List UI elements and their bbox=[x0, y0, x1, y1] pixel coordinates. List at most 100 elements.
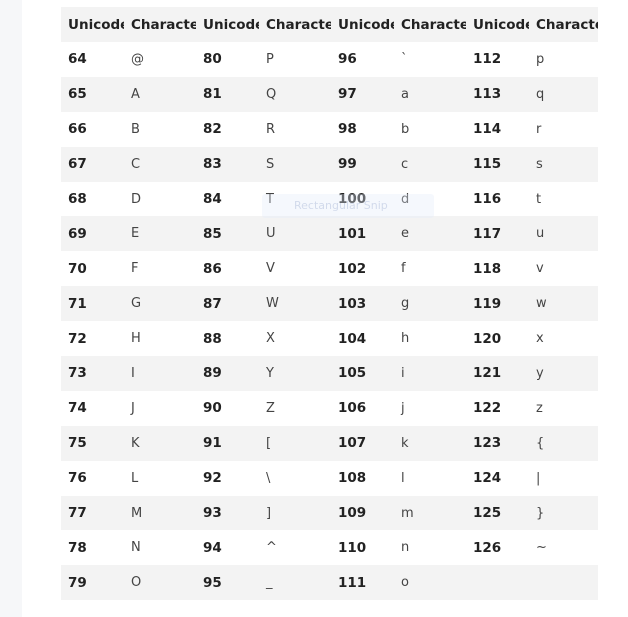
character-cell: U bbox=[266, 226, 276, 242]
character-cell: I bbox=[131, 365, 135, 381]
character-cell: ] bbox=[266, 505, 272, 521]
character-cell: n bbox=[401, 540, 410, 556]
character-cell: Z bbox=[266, 400, 275, 416]
character-cell: G bbox=[131, 296, 142, 312]
unicode-code-cell: 97 bbox=[338, 86, 357, 103]
character-cell: S bbox=[266, 156, 275, 172]
unicode-code-cell: 102 bbox=[338, 260, 367, 277]
unicode-code-cell: 116 bbox=[473, 191, 502, 207]
left-margin-strip bbox=[0, 0, 22, 617]
table-body: 64 @80 P 96 ` 112 p 65 A 81 Q 97 a 113 q 66 B 82 R 98 b 114 r 6… bbox=[61, 42, 598, 601]
unicode-code-cell: 84 bbox=[203, 191, 222, 207]
character-cell: u bbox=[536, 226, 545, 242]
character-cell: t bbox=[536, 191, 542, 207]
table-header-row: Unicode Character Unicode Character Unic… bbox=[61, 7, 598, 42]
character-cell: Q bbox=[266, 86, 277, 102]
character-cell: X bbox=[266, 331, 275, 347]
unicode-code-cell: 70 bbox=[68, 260, 87, 277]
unicode-code-cell: 80 bbox=[203, 51, 222, 68]
header-cell: Character bbox=[131, 16, 196, 33]
snip-watermark: Rectangular Snip bbox=[262, 194, 434, 218]
character-cell: \ bbox=[266, 470, 271, 486]
unicode-code-cell bbox=[466, 565, 529, 600]
header-cell: Character bbox=[401, 16, 466, 33]
character-cell: L bbox=[131, 470, 139, 486]
unicode-code-cell: 71 bbox=[68, 295, 87, 312]
character-cell: r bbox=[536, 121, 542, 137]
character-cell: [ bbox=[266, 435, 272, 451]
character-cell: i bbox=[401, 365, 405, 381]
unicode-code-cell: 89 bbox=[203, 365, 222, 382]
character-cell: B bbox=[131, 121, 140, 137]
unicode-code-cell: 125 bbox=[473, 505, 502, 522]
unicode-code-cell: 98 bbox=[338, 121, 357, 138]
unicode-code-cell: 95 bbox=[203, 574, 222, 591]
unicode-code-cell: 106 bbox=[338, 400, 367, 417]
character-cell: J bbox=[131, 400, 135, 416]
unicode-code-cell: 78 bbox=[68, 539, 87, 556]
header-cell: Unicode bbox=[338, 16, 394, 33]
unicode-code-cell: 75 bbox=[68, 435, 87, 452]
unicode-table-container: Unicode Character Unicode Character Unic… bbox=[61, 7, 598, 601]
character-cell: Y bbox=[266, 365, 274, 381]
character-cell: ~ bbox=[536, 540, 547, 556]
unicode-character-table: Unicode Character Unicode Character Unic… bbox=[61, 7, 598, 601]
unicode-code-cell: 99 bbox=[338, 156, 357, 173]
unicode-code-cell: 66 bbox=[68, 121, 87, 138]
unicode-code-cell: 64 bbox=[68, 51, 87, 68]
character-cell bbox=[529, 565, 598, 600]
unicode-code-cell: 122 bbox=[473, 400, 502, 417]
character-cell: O bbox=[131, 575, 142, 591]
unicode-code-cell: 107 bbox=[338, 435, 367, 452]
unicode-code-cell: 79 bbox=[68, 574, 87, 591]
character-cell: j bbox=[401, 400, 405, 416]
unicode-code-cell: 121 bbox=[473, 365, 502, 382]
character-cell: b bbox=[401, 121, 410, 137]
character-cell: v bbox=[536, 261, 544, 277]
unicode-code-cell: 126 bbox=[473, 539, 502, 556]
table-row: 78 N 94 ^ 110 n 126 ~ bbox=[61, 530, 598, 566]
table-row: 79 O 95 _ 111 o bbox=[61, 565, 598, 601]
unicode-code-cell: 92 bbox=[203, 470, 222, 487]
unicode-code-cell: 86 bbox=[203, 260, 222, 277]
unicode-code-cell: 105 bbox=[338, 365, 367, 382]
table-row: 69 E 85 U 101 e 117 u bbox=[61, 216, 598, 252]
table-row: 70 F 86 V 102 f 118 v bbox=[61, 251, 598, 287]
character-cell: m bbox=[401, 505, 414, 521]
character-cell: o bbox=[401, 575, 409, 591]
unicode-code-cell: 91 bbox=[203, 435, 222, 452]
character-cell: R bbox=[266, 121, 276, 137]
unicode-code-cell: 83 bbox=[203, 156, 222, 173]
character-cell: p bbox=[536, 51, 545, 67]
character-cell: ` bbox=[401, 51, 408, 67]
character-cell: M bbox=[131, 505, 143, 521]
unicode-code-cell: 72 bbox=[68, 330, 87, 347]
unicode-code-cell: 113 bbox=[473, 86, 502, 103]
character-cell: A bbox=[131, 86, 140, 102]
table-row: 71 G 87 W 103 g 119 w bbox=[61, 286, 598, 322]
table-row: 75 K 91 [107 k 123 { bbox=[61, 425, 598, 461]
unicode-code-cell: 77 bbox=[68, 505, 87, 522]
unicode-code-cell: 67 bbox=[68, 156, 87, 173]
table-row: 66 B 82 R 98 b 114 r bbox=[61, 111, 598, 147]
unicode-code-cell: 69 bbox=[68, 225, 87, 242]
character-cell: g bbox=[401, 296, 410, 312]
unicode-code-cell: 120 bbox=[473, 330, 502, 347]
unicode-code-cell: 117 bbox=[473, 225, 502, 242]
unicode-code-cell: 68 bbox=[68, 191, 87, 207]
header-cell: Unicode bbox=[203, 16, 259, 33]
character-cell: ^ bbox=[266, 540, 277, 556]
character-cell: E bbox=[131, 226, 140, 242]
unicode-code-cell: 74 bbox=[68, 400, 87, 417]
character-cell: V bbox=[266, 261, 275, 277]
character-cell: F bbox=[131, 261, 139, 277]
table-row: 74 J 90 Z 106 j 122 z bbox=[61, 390, 598, 426]
character-cell: @ bbox=[131, 51, 144, 67]
unicode-code-cell: 104 bbox=[338, 330, 367, 347]
unicode-code-cell: 123 bbox=[473, 435, 502, 452]
unicode-code-cell: 101 bbox=[338, 225, 367, 242]
table-row: 64 @80 P 96 ` 112 p bbox=[61, 42, 598, 77]
header-cell: Unicode bbox=[473, 16, 529, 33]
table-row: 73 I 89 Y 105 i 121 y bbox=[61, 356, 598, 391]
unicode-code-cell: 108 bbox=[338, 470, 367, 487]
